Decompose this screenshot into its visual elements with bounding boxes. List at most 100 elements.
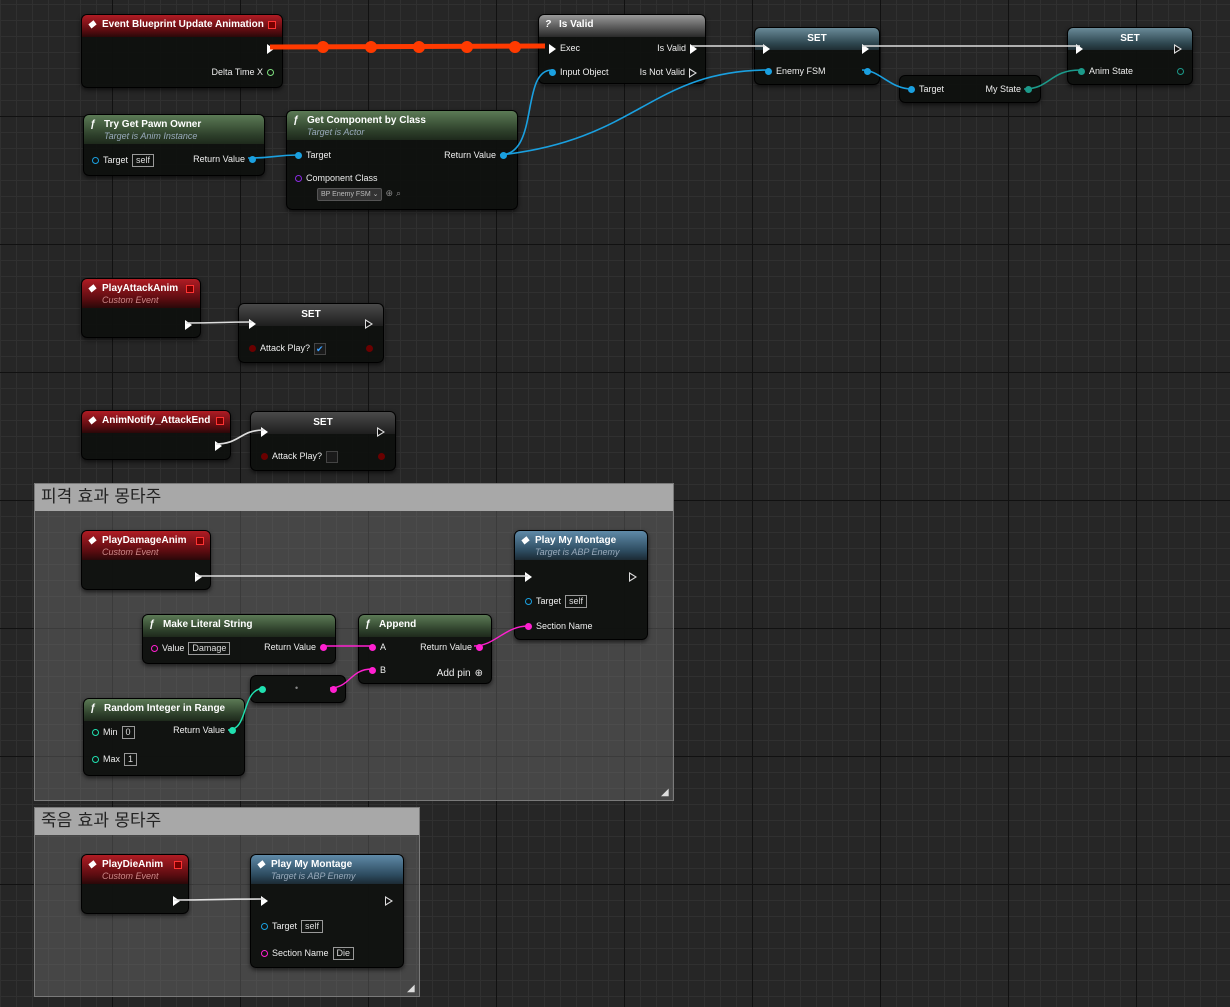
resize-handle-icon[interactable]: ◢ [661,788,671,798]
exec-out-pin[interactable] [629,571,637,582]
int-pin[interactable] [229,727,236,735]
int-pin[interactable] [92,756,99,764]
object-pin[interactable] [525,598,532,606]
resize-handle-icon[interactable]: ◢ [407,984,417,994]
node-header[interactable]: ◆ PlayDamageAnim Custom Event [82,531,210,560]
exec-in-pin[interactable] [525,571,532,582]
node-header[interactable]: SET [251,412,395,434]
object-pin[interactable] [765,68,772,76]
exec-out-pin[interactable] [690,43,697,54]
exec-out-pin[interactable] [862,43,869,54]
exec-out-pin[interactable] [689,67,697,78]
exec-out-pin[interactable] [195,571,202,582]
enum-pin[interactable] [1177,68,1184,76]
class-dropdown[interactable]: BP Enemy FSM ⌄ [317,188,383,201]
node-is-valid[interactable]: ? Is Valid Exec Is Valid Input Object Is… [538,14,706,84]
add-pin-button[interactable]: Add pin ⊕ [433,667,483,681]
exec-in-pin[interactable] [1076,43,1083,54]
node-header[interactable]: SET [239,304,383,326]
class-pin[interactable] [295,175,302,183]
target-value[interactable]: self [565,595,588,609]
node-set-attack-play-true[interactable]: SET Attack Play? [238,303,384,363]
delegate-pin-icon[interactable] [196,537,204,545]
node-header[interactable]: ◆ Event Blueprint Update Animation [82,15,282,37]
node-header[interactable]: SET [755,28,879,50]
exec-in-pin[interactable] [261,895,268,906]
target-value[interactable]: self [301,920,324,934]
node-play-damage-anim[interactable]: ◆ PlayDamageAnim Custom Event [81,530,211,590]
attack-play-checkbox[interactable] [326,450,339,463]
string-pin[interactable] [320,644,327,652]
node-play-my-montage-damage[interactable]: ◆ Play My Montage Target is ABP Enemy Ta… [514,530,648,640]
exec-in-pin[interactable] [261,426,268,437]
node-header[interactable]: ◆ Play My Montage Target is ABP Enemy [515,531,647,560]
enum-pin[interactable] [1025,86,1032,94]
node-set-anim-state[interactable]: SET Anim State [1067,27,1193,85]
node-anim-notify-attack-end[interactable]: ◆ AnimNotify_AttackEnd [81,410,231,460]
object-pin[interactable] [908,86,915,94]
exec-out-pin[interactable] [365,318,373,329]
node-set-attack-play-false[interactable]: SET Attack Play? [250,411,396,471]
object-pin[interactable] [864,68,871,76]
bool-pin[interactable] [261,453,268,461]
comment-title[interactable]: 피격 효과 몽타주 [35,484,673,511]
float-pin[interactable] [267,69,274,77]
object-pin[interactable] [549,69,556,77]
min-value[interactable]: 0 [121,726,135,740]
node-int-to-string-conversion[interactable]: • [250,675,346,703]
node-header[interactable]: ◆ PlayDieAnim Custom Event [82,855,188,884]
string-pin[interactable] [261,950,268,958]
object-pin[interactable] [92,157,99,165]
object-pin[interactable] [249,156,256,164]
node-try-get-pawn-owner[interactable]: ƒ Try Get Pawn Owner Target is Anim Inst… [83,114,265,176]
node-play-attack-anim[interactable]: ◆ PlayAttackAnim Custom Event [81,278,201,338]
delegate-pin-icon[interactable] [174,861,182,869]
exec-out-pin[interactable] [385,895,393,906]
delegate-pin-icon[interactable] [268,21,276,29]
int-pin[interactable] [92,729,99,737]
node-header[interactable]: ƒ Random Integer in Range [84,699,244,721]
exec-out-pin[interactable] [185,319,192,330]
node-header[interactable]: ◆ AnimNotify_AttackEnd [82,411,230,433]
section-value[interactable]: Die [332,947,355,961]
node-header[interactable]: ƒ Make Literal String [143,615,335,637]
node-header[interactable]: ◆ PlayAttackAnim Custom Event [82,279,200,308]
string-pin[interactable] [369,644,376,652]
exec-in-pin[interactable] [549,43,556,54]
string-pin[interactable] [369,667,376,675]
node-play-my-montage-die[interactable]: ◆ Play My Montage Target is ABP Enemy Ta… [250,854,404,968]
node-random-integer-in-range[interactable]: ƒ Random Integer in Range Min 0 Return Va… [83,698,245,776]
delegate-pin-icon[interactable] [186,285,194,293]
literal-value[interactable]: Damage [188,642,231,656]
exec-out-pin[interactable] [267,43,274,54]
node-header[interactable]: ƒ Append [359,615,491,637]
node-get-my-state[interactable]: Target My State [899,75,1041,103]
enum-pin[interactable] [1078,68,1085,76]
node-header[interactable]: ◆ Play My Montage Target is ABP Enemy [251,855,403,884]
node-set-enemy-fsm[interactable]: SET Enemy FSM [754,27,880,85]
string-pin[interactable] [476,644,483,652]
exec-in-pin[interactable] [763,43,770,54]
exec-out-pin[interactable] [215,440,222,451]
exec-out-pin[interactable] [1174,43,1182,54]
node-header[interactable]: ? Is Valid [539,15,705,37]
exec-in-pin[interactable] [249,318,256,329]
search-icon[interactable]: ⌕ [396,186,401,200]
object-pin[interactable] [295,152,302,160]
int-pin[interactable] [259,686,266,694]
browse-icon[interactable]: ⊕ [385,186,393,200]
node-make-literal-string[interactable]: ƒ Make Literal String Value Damage Return… [142,614,336,664]
exec-out-pin[interactable] [377,426,385,437]
max-value[interactable]: 1 [124,753,138,767]
node-get-component-by-class[interactable]: ƒ Get Component by Class Target is Actor… [286,110,518,210]
target-value[interactable]: self [132,154,155,168]
node-header[interactable]: ƒ Try Get Pawn Owner Target is Anim Inst… [84,115,264,144]
comment-title[interactable]: 죽음 효과 몽타주 [35,808,419,835]
object-pin[interactable] [500,152,507,160]
bool-pin[interactable] [249,345,256,353]
bool-pin[interactable] [378,453,385,461]
string-pin[interactable] [151,645,158,653]
delegate-pin-icon[interactable] [216,417,224,425]
node-header[interactable]: ƒ Get Component by Class Target is Actor [287,111,517,140]
exec-out-pin[interactable] [173,895,180,906]
